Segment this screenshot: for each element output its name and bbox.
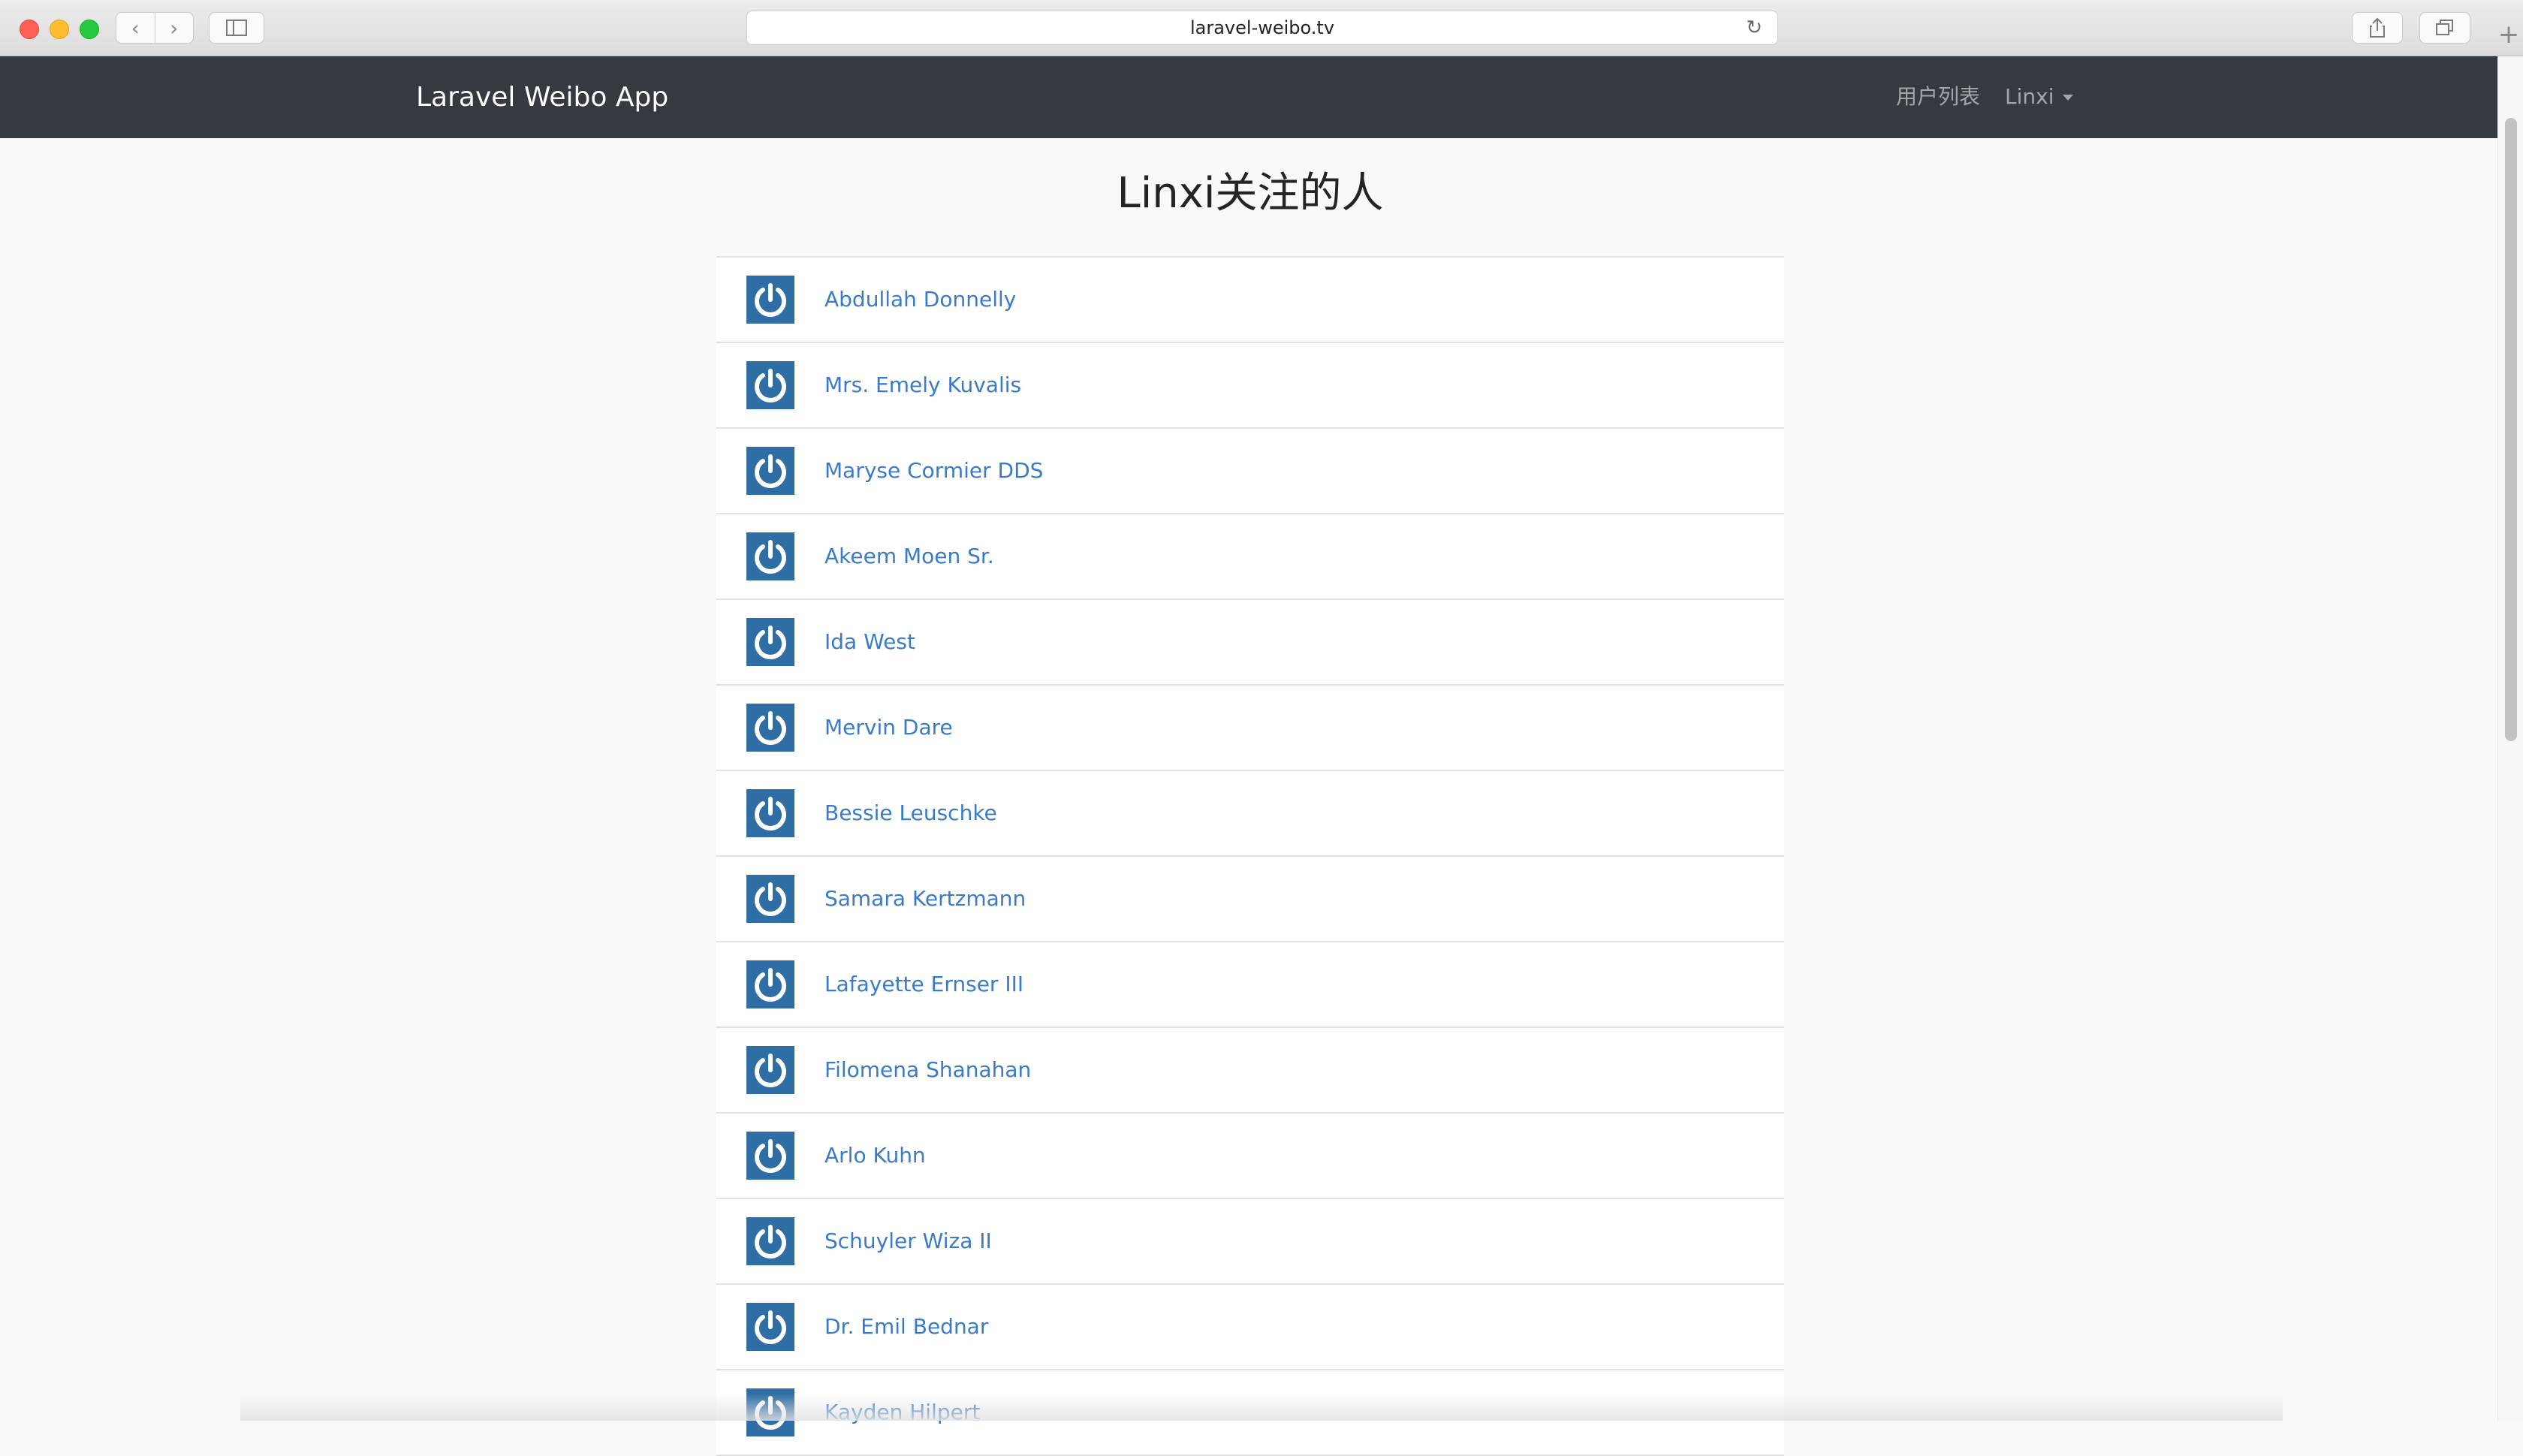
- power-icon: [755, 1139, 786, 1173]
- close-window-button[interactable]: [20, 20, 39, 39]
- list-item: Maryse Cormier DDS: [716, 429, 1784, 514]
- list-item: Dr. Emil Bednar: [716, 1285, 1784, 1370]
- power-icon: [755, 540, 786, 574]
- user-name-link[interactable]: Filomena Shanahan: [824, 1028, 1031, 1112]
- user-name-link[interactable]: Dr. Emil Bednar: [824, 1285, 988, 1369]
- new-tab-icon[interactable]: +: [2494, 17, 2523, 56]
- current-user-name: Linxi: [2005, 84, 2054, 109]
- avatar[interactable]: [746, 1217, 794, 1265]
- address-bar[interactable]: laravel-weibo.tv ↻: [746, 11, 1778, 45]
- brand-link[interactable]: Laravel Weibo App: [416, 79, 668, 116]
- avatar[interactable]: [746, 1046, 794, 1094]
- avatar[interactable]: [746, 276, 794, 324]
- list-item: Akeem Moen Sr.: [716, 514, 1784, 600]
- avatar[interactable]: [746, 1132, 794, 1180]
- power-icon: [755, 711, 786, 745]
- caret-down-icon: [2063, 95, 2074, 101]
- avatar[interactable]: [746, 361, 794, 409]
- app-navbar: Laravel Weibo App 用户列表 Linxi: [0, 56, 2497, 138]
- power-icon: [755, 626, 786, 659]
- page-title: Linxi关注的人: [1117, 169, 1384, 218]
- user-name-link[interactable]: Mervin Dare: [824, 686, 953, 770]
- followings-list: Abdullah Donnelly Mrs. Emely Kuvalis Marys…: [716, 256, 1784, 1456]
- list-item: Ida West: [716, 600, 1784, 686]
- list-item: Arlo Kuhn: [716, 1114, 1784, 1199]
- user-dropdown[interactable]: Linxi: [2005, 80, 2074, 113]
- avatar[interactable]: [746, 704, 794, 752]
- tabs-icon: [2436, 20, 2453, 35]
- user-name-link[interactable]: Lafayette Ernser III: [824, 942, 1023, 1026]
- browser-toolbar: ‹ › laravel-weibo.tv ↻ +: [0, 0, 2523, 56]
- user-name-link[interactable]: Maryse Cormier DDS: [824, 429, 1043, 513]
- list-item: Filomena Shanahan: [716, 1028, 1784, 1114]
- list-item: Abdullah Donnelly: [716, 258, 1784, 343]
- sidebar-icon: [226, 20, 247, 36]
- avatar[interactable]: [746, 1303, 794, 1351]
- back-icon[interactable]: ‹: [116, 13, 155, 43]
- list-item: Lafayette Ernser III: [716, 942, 1784, 1028]
- power-icon: [755, 797, 786, 830]
- avatar[interactable]: [746, 447, 794, 495]
- url-text: laravel-weibo.tv: [1189, 17, 1335, 38]
- scrollbar-thumb[interactable]: [2505, 118, 2517, 741]
- power-icon: [755, 1054, 786, 1087]
- list-item: Bessie Leuschke: [716, 771, 1784, 857]
- avatar[interactable]: [746, 789, 794, 837]
- zoom-window-button[interactable]: [80, 20, 99, 39]
- list-item: Mervin Dare: [716, 686, 1784, 771]
- forward-icon[interactable]: ›: [155, 13, 194, 43]
- power-icon: [755, 1310, 786, 1344]
- user-name-link[interactable]: Ida West: [824, 600, 915, 684]
- share-button[interactable]: [2352, 12, 2403, 44]
- history-navigation: ‹ ›: [116, 12, 194, 44]
- minimize-window-button[interactable]: [50, 20, 69, 39]
- user-name-link[interactable]: Mrs. Emely Kuvalis: [824, 343, 1021, 427]
- sidebar-toggle-button[interactable]: [209, 12, 264, 44]
- share-icon: [2370, 17, 2385, 38]
- avatar[interactable]: [746, 532, 794, 580]
- power-icon: [755, 968, 786, 1002]
- reload-icon[interactable]: ↻: [1746, 11, 1762, 44]
- list-item: Schuyler Wiza II: [716, 1199, 1784, 1285]
- power-icon: [755, 454, 786, 488]
- list-item: Mrs. Emely Kuvalis: [716, 343, 1784, 429]
- user-name-link[interactable]: Arlo Kuhn: [824, 1114, 926, 1198]
- power-icon: [755, 1225, 786, 1259]
- avatar[interactable]: [746, 618, 794, 666]
- followings-panel: Linxi关注的人 Abdullah Donnelly Mrs. Emely Ku…: [716, 138, 1784, 1456]
- users-list-link[interactable]: 用户列表: [1896, 80, 1980, 113]
- power-icon: [755, 882, 786, 916]
- user-name-link[interactable]: Abdullah Donnelly: [824, 258, 1016, 342]
- window-shadow: [240, 1394, 2283, 1421]
- user-name-link[interactable]: Schuyler Wiza II: [824, 1199, 992, 1283]
- user-name-link[interactable]: Samara Kertzmann: [824, 857, 1026, 941]
- power-icon: [755, 283, 786, 317]
- avatar[interactable]: [746, 875, 794, 923]
- user-name-link[interactable]: Akeem Moen Sr.: [824, 514, 994, 598]
- list-item: Samara Kertzmann: [716, 857, 1784, 942]
- power-icon: [755, 369, 786, 402]
- tab-overview-button[interactable]: [2419, 12, 2470, 44]
- scrollbar[interactable]: [2497, 56, 2523, 1421]
- user-name-link[interactable]: Bessie Leuschke: [824, 771, 997, 855]
- avatar[interactable]: [746, 960, 794, 1008]
